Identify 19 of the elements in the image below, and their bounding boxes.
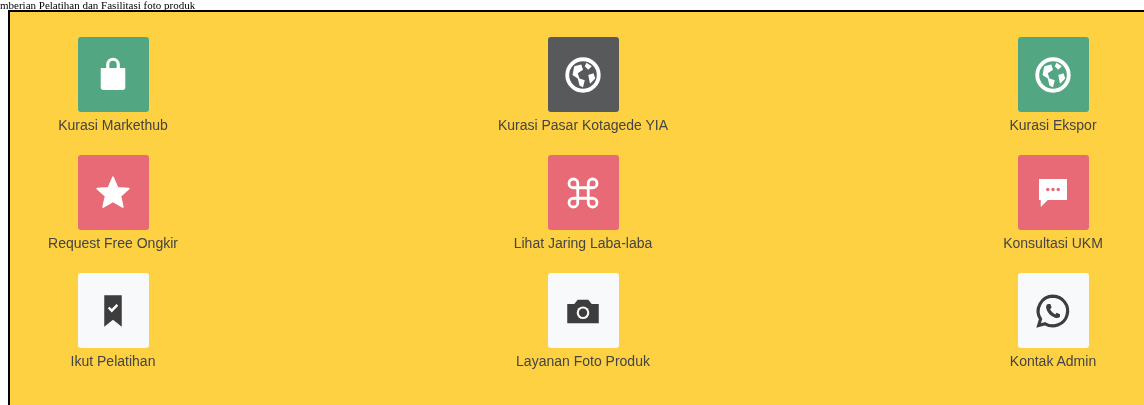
menu-label[interactable]: Kontak Admin bbox=[1009, 353, 1097, 369]
menu-tile[interactable] bbox=[1017, 37, 1089, 112]
menu-tile[interactable] bbox=[77, 273, 149, 348]
menu-tile[interactable] bbox=[547, 273, 619, 348]
page-heading: mberian Pelatihan dan Fasilitasi foto produk bbox=[0, 0, 197, 10]
menu-label[interactable]: Layanan Foto Produk bbox=[516, 353, 650, 369]
menu-label[interactable]: Ikut Pelatihan bbox=[70, 353, 156, 369]
menu-tile[interactable] bbox=[1017, 273, 1089, 348]
menu-tile[interactable] bbox=[547, 155, 619, 230]
menu-label[interactable]: Konsultasi UKM bbox=[1003, 235, 1103, 251]
menu-tile[interactable] bbox=[547, 37, 619, 112]
menu-label[interactable]: Lihat Jaring Laba-laba bbox=[513, 235, 653, 251]
menu-label[interactable]: Kurasi Pasar Kotagede YIA bbox=[497, 117, 669, 133]
menu-tile[interactable] bbox=[77, 37, 149, 112]
menu-label[interactable]: Request Free Ongkir bbox=[48, 235, 178, 251]
menu-tile[interactable] bbox=[1017, 155, 1089, 230]
menu-tile[interactable] bbox=[77, 155, 149, 230]
menu-label[interactable]: Kurasi Ekspor bbox=[1009, 117, 1097, 133]
menu-label[interactable]: Kurasi Markethub bbox=[58, 117, 168, 133]
